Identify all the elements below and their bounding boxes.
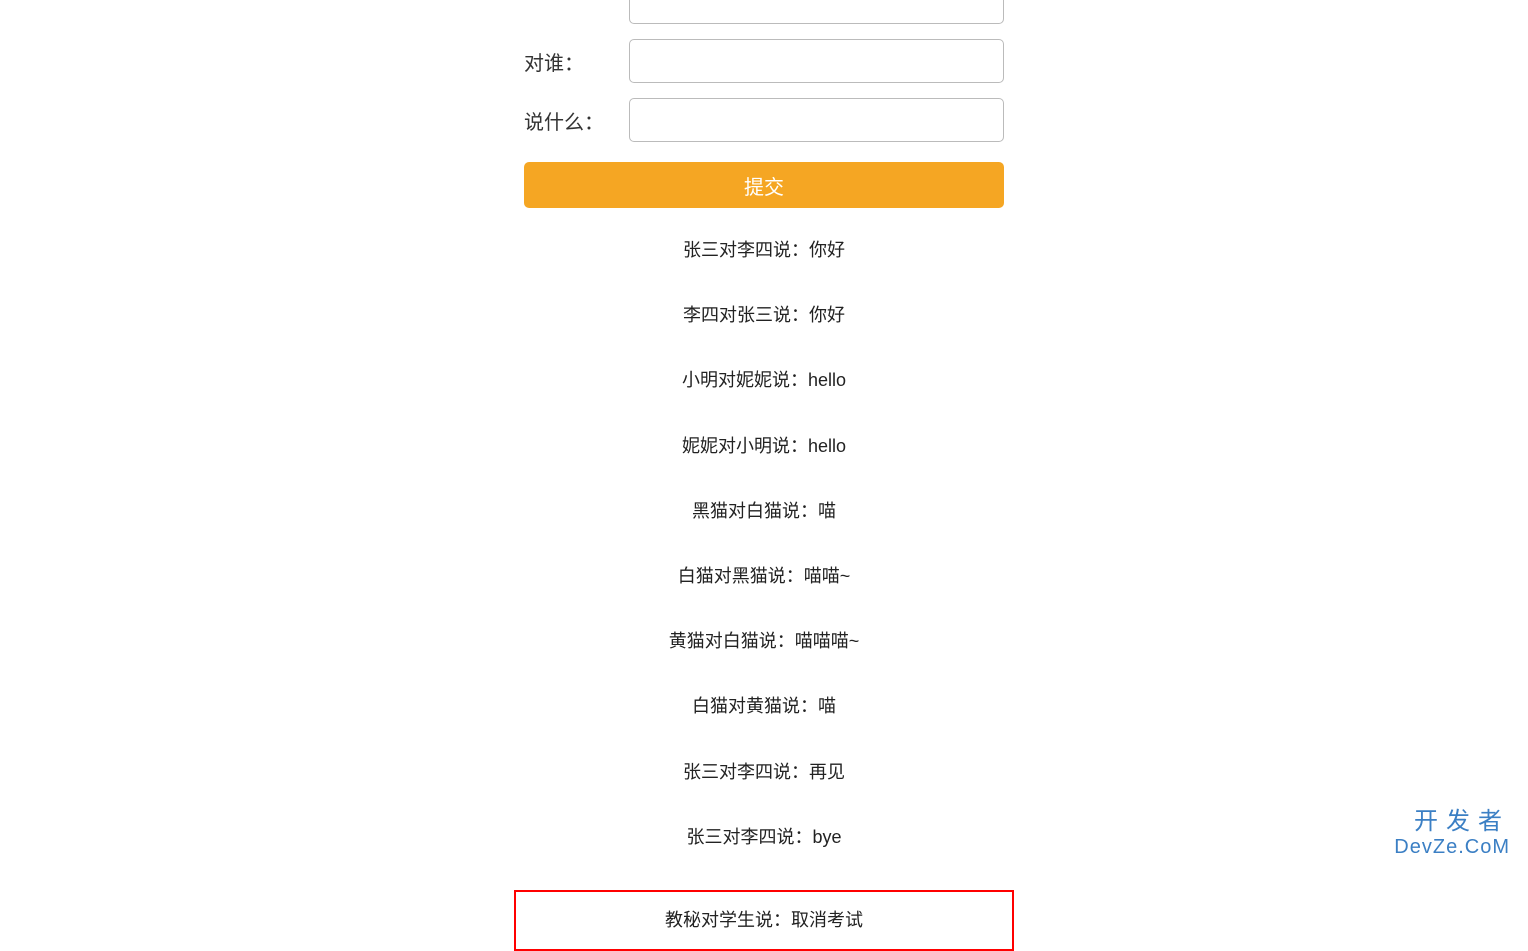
message-item: 白猫对黑猫说：喵喵~ (524, 564, 1004, 589)
submit-button[interactable]: 提交 (524, 162, 1004, 208)
form-container: 对谁： 说什么： 提交 张三对李四说：你好李四对张三说：你好小明对妮妮说：hel… (524, 0, 1004, 951)
message-item: 李四对张三说：你好 (524, 303, 1004, 328)
form-row-partial (524, 0, 1004, 24)
who-input-partial[interactable] (629, 0, 1004, 24)
messages-list: 张三对李四说：你好李四对张三说：你好小明对妮妮说：hello 妮妮对小明说：hel… (524, 238, 1004, 951)
message-item: 黑猫对白猫说：喵 (524, 499, 1004, 524)
watermark-line1: 开发者 (1394, 808, 1510, 836)
message-item: 小明对妮妮说：hello (524, 368, 1004, 393)
watermark: 开发者 DevZe.CoM (1394, 808, 1510, 859)
form-section: 对谁： 说什么： 提交 (524, 0, 1004, 238)
form-row-say: 说什么： (524, 98, 1004, 142)
form-row-to: 对谁： (524, 39, 1004, 83)
message-item: 张三对李四说：再见 (524, 760, 1004, 785)
say-label: 说什么： (524, 106, 629, 135)
message-item: 妮妮对小明说：hello (524, 434, 1004, 459)
watermark-line2: DevZe.CoM (1394, 836, 1510, 859)
message-item: 教秘对学生说：取消考试 (514, 890, 1014, 951)
message-item: 张三对李四说：你好 (524, 238, 1004, 263)
message-item: 黄猫对白猫说：喵喵喵~ (524, 629, 1004, 654)
message-item: 白猫对黄猫说：喵 (524, 694, 1004, 719)
to-input[interactable] (629, 39, 1004, 83)
say-input[interactable] (629, 98, 1004, 142)
message-item: 张三对李四说：bye (524, 825, 1004, 850)
to-label: 对谁： (524, 47, 629, 76)
